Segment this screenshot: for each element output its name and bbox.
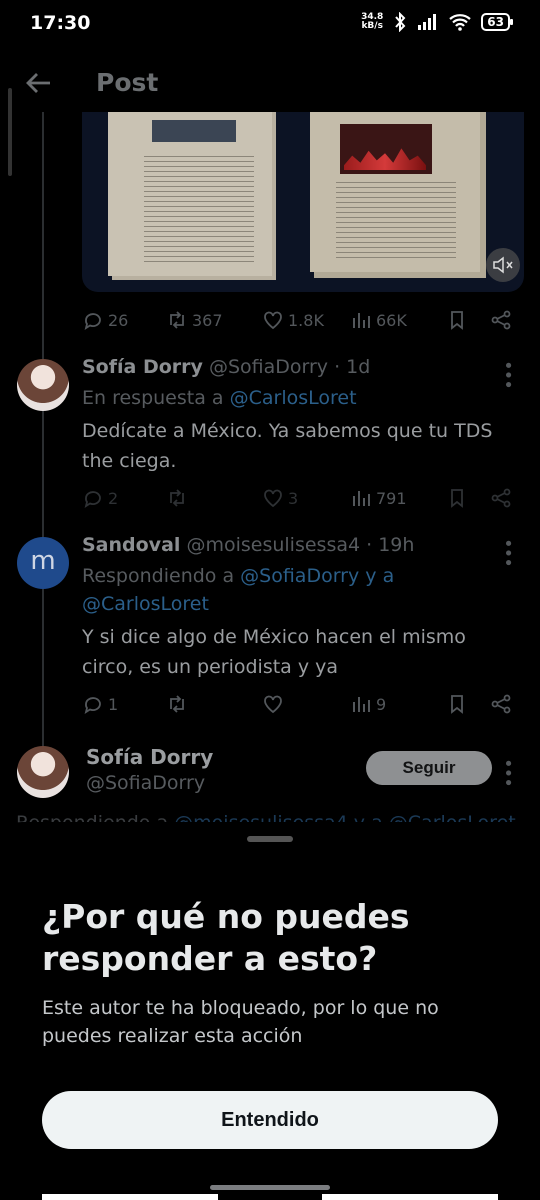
page-title: Post <box>96 68 159 97</box>
mention-link[interactable]: @CarlosLoret <box>82 593 209 615</box>
status-time: 17:30 <box>30 12 91 34</box>
media-photo <box>152 120 236 142</box>
avatar[interactable] <box>17 359 69 411</box>
post-actions-right <box>446 487 512 509</box>
reply-header: Sofía Dorry @SofiaDorry · 1d <box>82 356 370 378</box>
media-text <box>336 182 456 262</box>
author-name[interactable]: Sandoval <box>82 534 180 556</box>
mention-link[interactable]: @SofiaDorry y a <box>240 565 394 587</box>
like-count: 1.8K <box>288 310 324 330</box>
repost-button[interactable]: 367 <box>166 309 262 331</box>
views-icon <box>353 697 370 712</box>
reply-icon <box>84 697 101 714</box>
reply-button[interactable]: 1 <box>82 693 166 715</box>
reply-count: 2 <box>108 488 119 508</box>
post-text: Dedícate a México. Ya sabemos que tu TDS… <box>82 420 493 472</box>
reply-button[interactable]: 26 <box>82 309 166 331</box>
sheet-title: ¿Por qué no puedes responder a esto? <box>42 897 410 978</box>
post-actions: 1 9 <box>82 689 512 719</box>
like-count: 3 <box>288 488 299 508</box>
follow-button[interactable]: Seguir <box>366 751 492 785</box>
repost-icon <box>170 695 184 713</box>
reply-count: 26 <box>108 310 129 330</box>
share-icon[interactable] <box>490 487 512 509</box>
understood-button[interactable]: Entendido <box>42 1091 498 1149</box>
like-button[interactable]: 1.8K <box>262 309 350 331</box>
view-count: 66K <box>376 310 407 330</box>
post-actions: 2 3 791 <box>82 483 512 513</box>
bluetooth-icon <box>395 12 406 32</box>
mention-link[interactable]: @CarlosLoret <box>230 387 357 409</box>
post-actions-right <box>446 309 512 331</box>
battery-icon: 63 <box>481 13 513 31</box>
post-media[interactable] <box>82 112 524 292</box>
views-button[interactable]: 9 <box>350 693 386 715</box>
reply-button[interactable]: 2 <box>82 487 166 509</box>
repost-count: 367 <box>192 310 223 330</box>
reply-icon <box>84 313 101 330</box>
heart-icon <box>264 489 282 508</box>
thread-line <box>42 112 44 748</box>
bookmark-icon[interactable] <box>446 309 468 331</box>
reply-icon <box>84 491 101 508</box>
views-button[interactable]: 791 <box>350 487 407 509</box>
avatar[interactable]: m <box>17 537 69 589</box>
bottom-sheet: ¿Por qué no puedes responder a esto? Est… <box>0 822 540 1200</box>
replying-to: En respuesta a @CarlosLoret <box>82 387 357 409</box>
scroll-indicator[interactable] <box>8 88 12 176</box>
back-arrow-icon[interactable] <box>24 68 54 98</box>
repost-icon <box>170 489 184 507</box>
mute-button[interactable] <box>486 248 520 282</box>
author-handle[interactable]: @SofiaDorry <box>209 356 328 378</box>
share-icon[interactable] <box>490 693 512 715</box>
network-speed: 34.8 kB/s <box>361 12 384 31</box>
view-count: 791 <box>376 488 407 508</box>
sheet-description: Este autor te ha bloqueado, por lo que n… <box>42 997 439 1047</box>
status-icons: 34.8 kB/s 63 <box>361 12 513 32</box>
like-button[interactable]: 3 <box>262 487 350 509</box>
more-options-icon[interactable]: ••• <box>497 758 518 787</box>
media-text <box>144 156 254 266</box>
heart-icon <box>264 311 282 330</box>
signal-icon <box>418 14 437 30</box>
bookmark-icon[interactable] <box>446 487 468 509</box>
author-name[interactable]: Sofía Dorry <box>82 356 203 378</box>
post-actions: 26 367 1.8K 66K <box>82 305 512 335</box>
repost-button[interactable] <box>166 693 262 715</box>
post-time: · 19h <box>366 534 415 556</box>
post-time: · 1d <box>334 356 371 378</box>
view-count: 9 <box>376 694 387 714</box>
views-icon <box>353 313 370 328</box>
wifi-icon <box>449 14 472 31</box>
repost-button[interactable] <box>166 487 262 509</box>
post-actions-right <box>446 693 512 715</box>
home-indicator[interactable] <box>210 1185 330 1190</box>
views-button[interactable]: 66K <box>350 309 407 331</box>
share-icon[interactable] <box>490 309 512 331</box>
sheet-drag-handle[interactable] <box>247 836 293 842</box>
media-chart-photo <box>340 124 432 174</box>
repost-icon <box>170 311 184 329</box>
replying-to: Respondiendo a @SofiaDorry y a @CarlosLo… <box>82 565 395 615</box>
author-handle[interactable]: @SofiaDorry <box>86 772 205 794</box>
bookmark-icon[interactable] <box>446 693 468 715</box>
reply-header: Sandoval @moisesulisessa4 · 19h <box>82 534 414 556</box>
avatar[interactable] <box>17 746 69 798</box>
status-bar: 17:30 34.8 kB/s 63 <box>0 0 540 48</box>
speaker-mute-icon <box>493 256 513 274</box>
heart-icon <box>264 695 282 714</box>
app-bar: Post <box>0 56 540 112</box>
post-text: Y si dice algo de México hacen el mismo … <box>82 626 466 678</box>
like-button[interactable] <box>262 693 350 715</box>
reply-count: 1 <box>108 694 119 714</box>
author-handle[interactable]: @moisesulisessa4 <box>186 534 360 556</box>
button-peek <box>42 1190 498 1200</box>
views-icon <box>353 491 370 506</box>
author-name[interactable]: Sofía Dorry <box>86 745 213 769</box>
